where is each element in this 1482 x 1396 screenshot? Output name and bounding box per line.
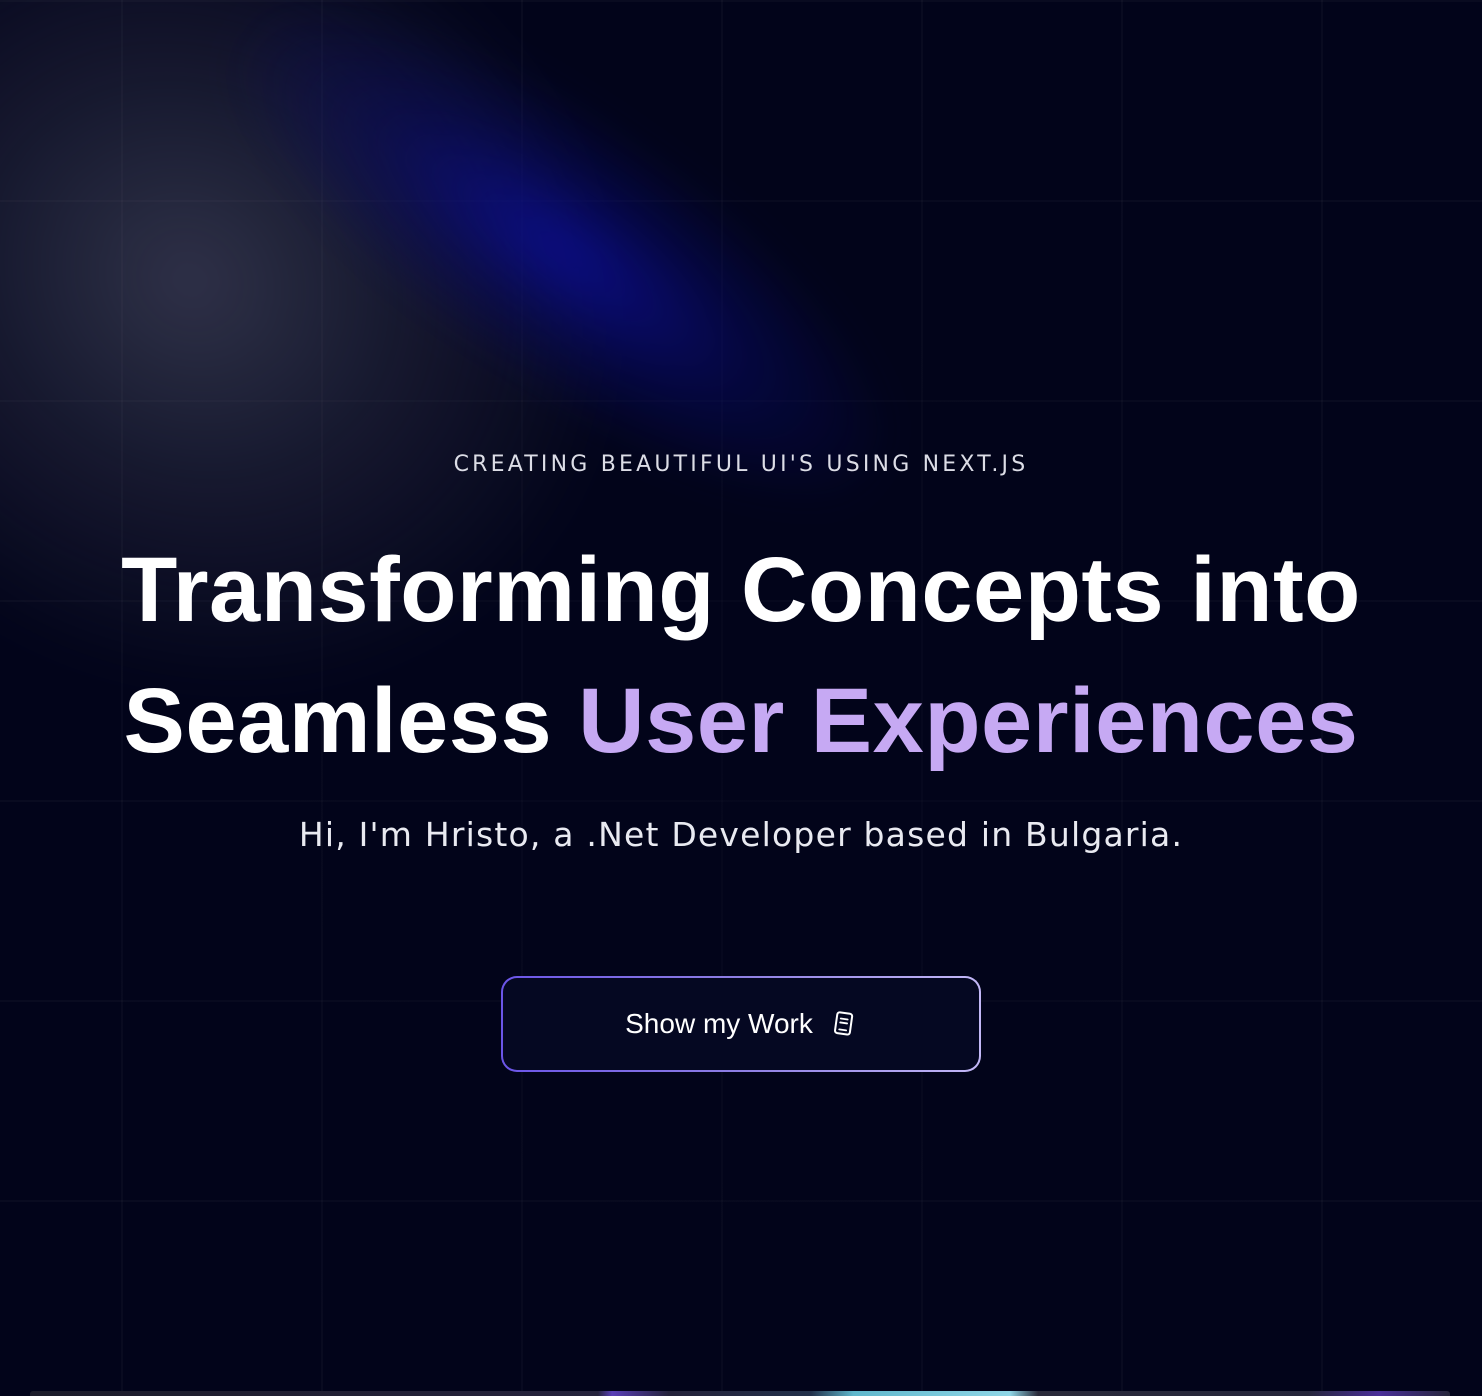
- headline-line-2-accent: User Experiences: [578, 670, 1359, 772]
- show-my-work-button[interactable]: Show my Work: [501, 976, 981, 1072]
- headline-line-2-plain: Seamless: [123, 670, 579, 772]
- headline-line-1: Transforming Concepts into: [121, 539, 1361, 641]
- next-section-edge: [30, 1391, 1450, 1396]
- document-icon: [831, 1010, 857, 1038]
- hero-subline: Hi, I'm Hristo, a .Net Developer based i…: [298, 815, 1184, 854]
- hero-eyebrow: CREATING BEAUTIFUL UI'S USING NEXT.JS: [453, 452, 1029, 477]
- hero-section: CREATING BEAUTIFUL UI'S USING NEXT.JS Tr…: [0, 0, 1482, 1396]
- show-my-work-label: Show my Work: [625, 1008, 813, 1039]
- show-my-work-button-inner[interactable]: Show my Work: [503, 978, 979, 1070]
- hero-headline: Transforming Concepts into Seamless User…: [0, 525, 1482, 787]
